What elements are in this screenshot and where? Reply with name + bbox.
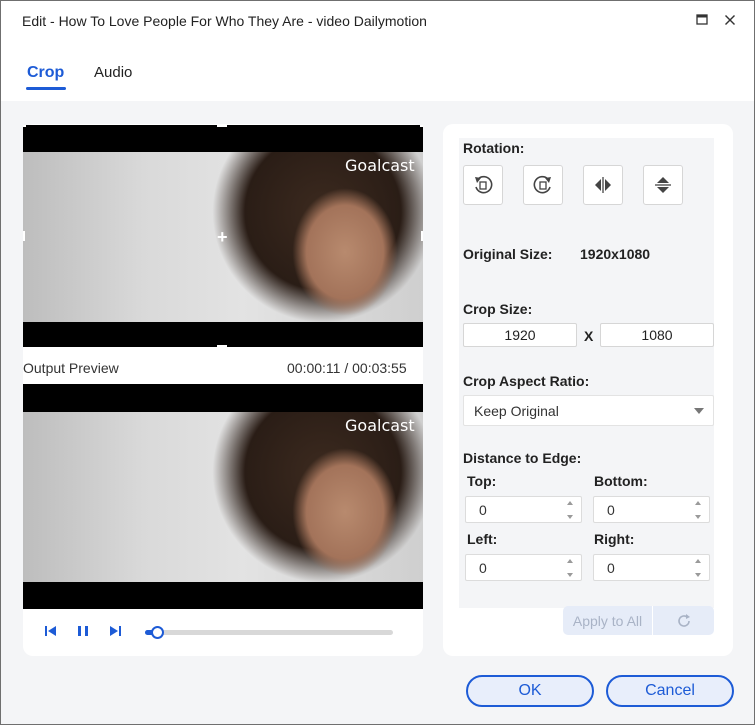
active-tab-indicator xyxy=(26,87,66,90)
reset-icon[interactable] xyxy=(653,606,714,635)
tab-audio[interactable]: Audio xyxy=(94,64,132,81)
aspect-ratio-value: Keep Original xyxy=(474,402,559,419)
video-logo: Goalcast xyxy=(345,156,415,175)
left-label: Left: xyxy=(467,531,498,547)
previous-frame-icon[interactable] xyxy=(43,623,59,639)
apply-to-all-group: Apply to All xyxy=(563,606,714,635)
tab-crop[interactable]: Crop xyxy=(27,64,64,82)
crop-handle-bottom[interactable] xyxy=(217,345,227,347)
crop-size-label: Crop Size: xyxy=(463,301,533,317)
output-video-frame: Goalcast xyxy=(23,412,423,582)
left-distance-value: 0 xyxy=(479,559,487,576)
flip-horizontal-icon[interactable] xyxy=(583,165,623,205)
crop-height-input[interactable]: 1080 xyxy=(600,323,714,347)
flip-vertical-icon[interactable] xyxy=(643,165,683,205)
original-size-value: 1920x1080 xyxy=(580,246,651,262)
bottom-distance-value: 0 xyxy=(607,501,615,518)
crop-center-crosshair[interactable]: + xyxy=(217,227,228,248)
next-frame-icon[interactable] xyxy=(107,623,123,639)
crop-size-separator: X xyxy=(584,328,594,344)
aspect-ratio-label: Crop Aspect Ratio: xyxy=(463,373,590,389)
rotate-right-icon[interactable] xyxy=(523,165,563,205)
edit-dialog: Edit - How To Love People For Who They A… xyxy=(0,0,755,725)
tab-bar: Crop Audio xyxy=(1,41,754,101)
aspect-ratio-select[interactable]: Keep Original xyxy=(463,395,714,426)
playback-controls xyxy=(23,613,423,653)
right-distance-input[interactable]: 0 xyxy=(593,554,710,581)
crop-handle-top-right[interactable] xyxy=(420,125,423,127)
cancel-button[interactable]: Cancel xyxy=(606,675,734,707)
bottom-label: Bottom: xyxy=(594,473,648,489)
original-size-label: Original Size: xyxy=(463,246,553,262)
crop-width-input[interactable]: 1920 xyxy=(463,323,577,347)
ok-button[interactable]: OK xyxy=(466,675,594,707)
rotate-left-icon[interactable] xyxy=(463,165,503,205)
crop-handle-top[interactable] xyxy=(217,125,227,127)
left-stepper[interactable] xyxy=(567,559,575,577)
progress-handle[interactable] xyxy=(150,626,164,639)
chevron-down-icon xyxy=(694,408,704,414)
playback-progress-bar[interactable] xyxy=(145,626,393,639)
right-stepper[interactable] xyxy=(695,559,703,577)
title-bar: Edit - How To Love People For Who They A… xyxy=(1,1,754,41)
output-video-logo: Goalcast xyxy=(345,416,415,435)
output-preview-label: Output Preview xyxy=(23,360,119,376)
crop-handle-left[interactable] xyxy=(23,231,25,241)
top-stepper[interactable] xyxy=(567,501,575,519)
window-title: Edit - How To Love People For Who They A… xyxy=(22,13,427,29)
crop-handle-top-left[interactable] xyxy=(23,125,26,127)
output-video-preview: Goalcast xyxy=(23,384,423,609)
crop-handle-right[interactable] xyxy=(421,231,423,241)
left-distance-input[interactable]: 0 xyxy=(465,554,582,581)
crop-video-frame: Goalcast + xyxy=(23,152,423,322)
apply-to-all-button[interactable]: Apply to All xyxy=(563,606,652,635)
right-distance-value: 0 xyxy=(607,559,615,576)
bottom-stepper[interactable] xyxy=(695,501,703,519)
top-distance-input[interactable]: 0 xyxy=(465,496,582,523)
right-label: Right: xyxy=(594,531,635,547)
crop-video-canvas[interactable]: Goalcast + xyxy=(23,125,423,347)
top-distance-value: 0 xyxy=(479,501,487,518)
distance-to-edge-label: Distance to Edge: xyxy=(463,450,582,466)
playback-time: 00:00:11 / 00:03:55 xyxy=(287,360,407,376)
top-label: Top: xyxy=(467,473,497,489)
pause-icon[interactable] xyxy=(75,623,91,639)
close-icon[interactable] xyxy=(719,9,741,31)
rotation-label: Rotation: xyxy=(463,140,525,156)
bottom-distance-input[interactable]: 0 xyxy=(593,496,710,523)
maximize-icon[interactable] xyxy=(691,9,713,31)
